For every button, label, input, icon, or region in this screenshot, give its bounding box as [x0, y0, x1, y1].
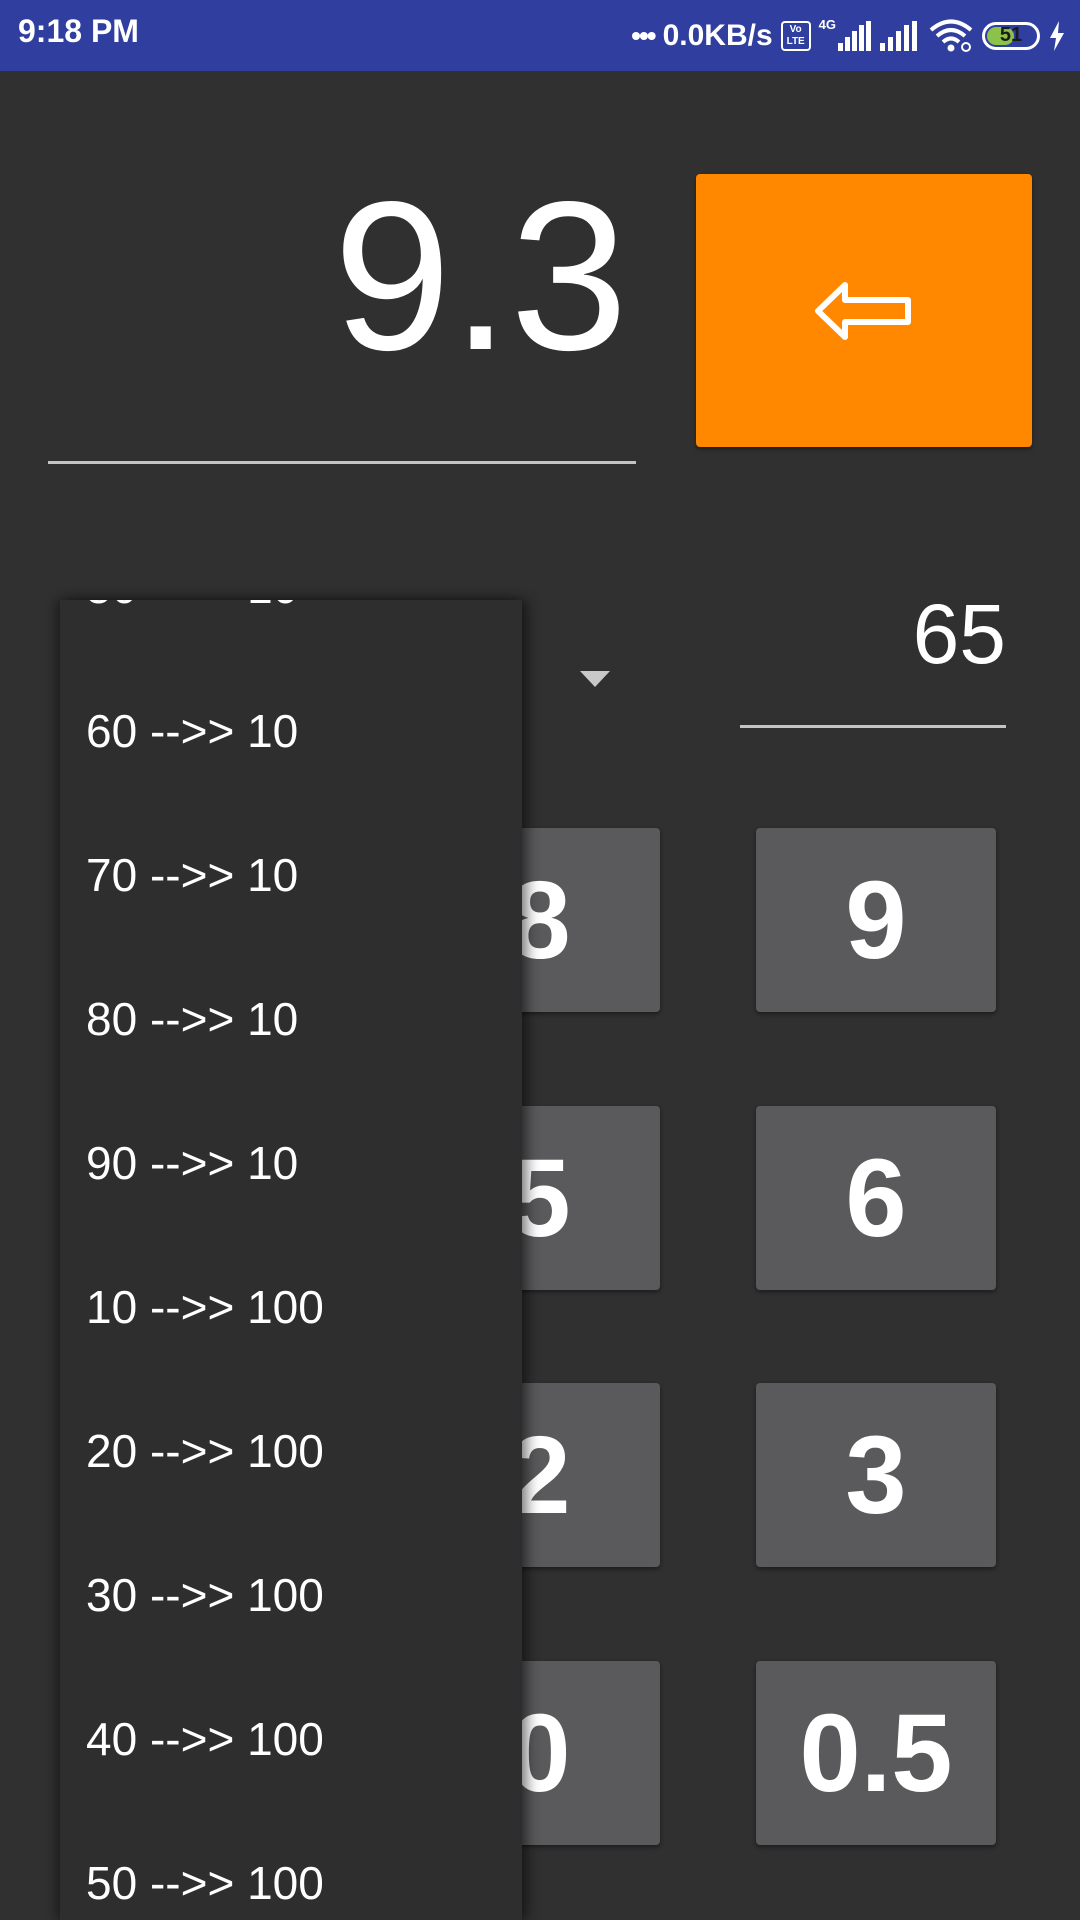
network-type-label: 4G: [818, 16, 836, 32]
dropdown-item[interactable]: 70 -->> 10: [60, 803, 522, 947]
display-value: 9.3: [333, 157, 628, 394]
more-notifications-icon: •••: [631, 20, 656, 51]
dropdown-item[interactable]: 10 -->> 100: [60, 1235, 522, 1379]
status-icons: ••• 0.0KB/s Vo LTE 4G 51: [631, 14, 1066, 58]
key-6[interactable]: 6: [756, 1106, 996, 1290]
battery-icon: 51: [982, 22, 1040, 50]
status-bar: 9:18 PM ••• 0.0KB/s Vo LTE 4G 51: [0, 0, 1080, 71]
conversion-dropdown[interactable]: 50 -->> 10 60 -->> 10 70 -->> 10 80 -->>…: [60, 600, 522, 1920]
signal-icon: [838, 21, 871, 51]
key-3[interactable]: 3: [756, 1383, 996, 1567]
wifi-icon: [929, 19, 973, 52]
charging-icon: [1050, 21, 1064, 51]
volte-label-top: Vo: [789, 24, 802, 35]
dropdown-item[interactable]: 50 -->> 100: [60, 1811, 522, 1920]
secondary-underline: [740, 725, 1006, 728]
backspace-button[interactable]: [696, 174, 1032, 447]
backspace-arrow-icon: [815, 281, 911, 340]
dropdown-item[interactable]: 60 -->> 10: [60, 659, 522, 803]
battery-percent: 51: [999, 24, 1023, 46]
dropdown-item[interactable]: 80 -->> 10: [60, 947, 522, 1091]
volte-icon: Vo LTE: [780, 21, 811, 51]
dropdown-item[interactable]: 30 -->> 100: [60, 1523, 522, 1667]
dropdown-list: 50 -->> 10 60 -->> 10 70 -->> 10 80 -->>…: [60, 600, 522, 1920]
spinner-dropdown-arrow-icon[interactable]: [580, 671, 610, 687]
key-0-5[interactable]: 0.5: [756, 1661, 996, 1845]
dropdown-item[interactable]: 20 -->> 100: [60, 1379, 522, 1523]
dropdown-item[interactable]: 50 -->> 10: [60, 600, 522, 659]
volte-label-bottom: LTE: [786, 36, 805, 47]
signal-icon-sim2: [880, 21, 917, 51]
dropdown-item[interactable]: 40 -->> 100: [60, 1667, 522, 1811]
display-underline: [48, 461, 636, 464]
dropdown-item[interactable]: 90 -->> 10: [60, 1091, 522, 1235]
status-time: 9:18 PM: [18, 13, 139, 49]
network-speed: 0.0KB/s: [662, 19, 773, 52]
key-9[interactable]: 9: [756, 828, 996, 1012]
secondary-value[interactable]: 65: [913, 592, 1006, 676]
